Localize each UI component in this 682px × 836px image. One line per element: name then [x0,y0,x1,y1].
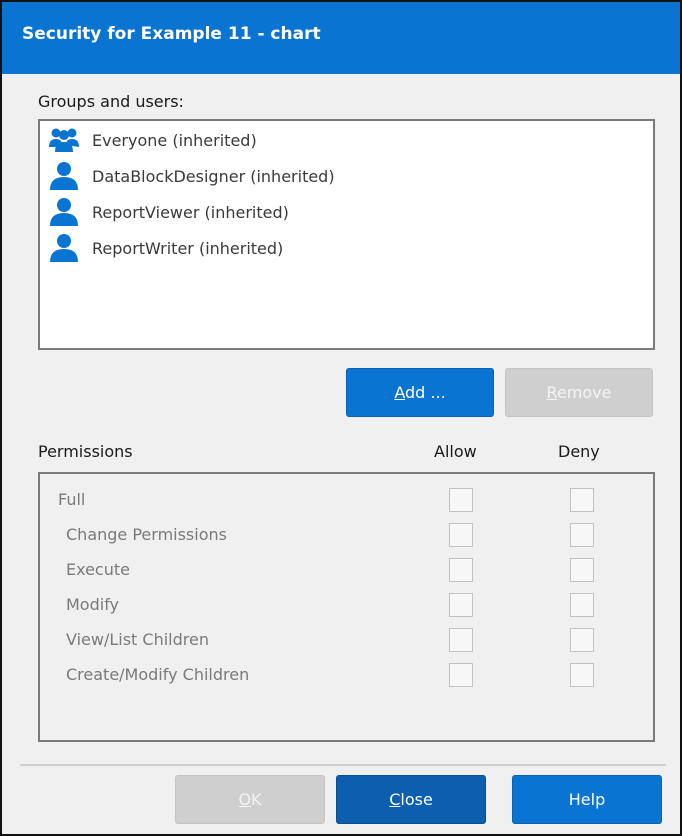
deny-checkbox-execute[interactable] [570,558,594,582]
permission-label: Full [58,490,86,509]
label-part: K [251,790,262,809]
list-item-reportviewer[interactable]: ReportViewer (inherited) [48,197,289,227]
user-icon [50,234,78,262]
permission-row-modify: Modify [40,591,653,621]
permission-row-full: Full [40,486,653,516]
list-item-everyone[interactable]: Everyone (inherited) [48,125,257,155]
user-icon [50,198,78,226]
deny-column-header: Deny [558,442,600,461]
allow-checkbox-view-list-children[interactable] [449,628,473,652]
remove-button-label: Remove [547,383,612,402]
list-item-label: DataBlockDesigner (inherited) [92,166,335,186]
permission-label: Create/Modify Children [66,665,250,684]
label-part: emove [556,383,612,402]
deny-checkbox-view-list-children[interactable] [570,628,594,652]
user-icon [50,162,78,190]
close-button-label: Close [389,790,433,809]
footer-divider [20,764,666,766]
help-button[interactable]: Help [512,775,662,824]
mnemonic-letter: A [394,383,405,402]
allow-checkbox-execute[interactable] [449,558,473,582]
groups-and-users-list[interactable]: Everyone (inherited) DataBlockDesigner (… [38,119,655,350]
add-button[interactable]: Add ... [346,368,494,417]
dialog-title: Security for Example 11 - chart [22,24,321,44]
list-item-label: Everyone (inherited) [92,130,257,150]
list-item-label: ReportWriter (inherited) [92,238,284,258]
mnemonic-letter: O [238,790,252,809]
add-button-label: Add ... [394,383,445,402]
label-part: lose [400,790,433,809]
permission-label: Modify [66,595,120,614]
deny-checkbox-modify[interactable] [570,593,594,617]
remove-button[interactable]: Remove [505,368,653,417]
permission-label: Change Permissions [66,525,227,544]
deny-checkbox-change-permissions[interactable] [570,523,594,547]
permissions-header: Permissions [38,442,133,461]
permission-row-create-modify-children: Create/Modify Children [40,661,653,691]
allow-checkbox-create-modify-children[interactable] [449,663,473,687]
label-part: dd ... [405,383,446,402]
security-dialog: Security for Example 11 - chart Groups a… [0,0,682,836]
list-item-label: ReportViewer (inherited) [92,202,289,222]
deny-checkbox-full[interactable] [570,488,594,512]
allow-checkbox-modify[interactable] [449,593,473,617]
deny-checkbox-create-modify-children[interactable] [570,663,594,687]
close-button[interactable]: Close [336,775,486,824]
ok-button[interactable]: OK [175,775,325,824]
permission-row-execute: Execute [40,556,653,586]
permission-label: View/List Children [66,630,209,649]
permission-row-change-permissions: Change Permissions [40,521,653,551]
list-item-reportwriter[interactable]: ReportWriter (inherited) [48,233,283,263]
ok-button-label: OK [238,790,261,809]
title-bar[interactable]: Security for Example 11 - chart [2,2,680,74]
mnemonic-letter: C [389,790,401,809]
help-button-label: Help [568,790,606,809]
permission-label: Execute [66,560,130,579]
permission-row-view-list-children: View/List Children [40,626,653,656]
allow-checkbox-full[interactable] [449,488,473,512]
permissions-list: Full Change Permissions Execute Modify V… [38,472,655,742]
allow-column-header: Allow [434,442,477,461]
group-icon [49,128,79,152]
list-item-datablockdesigner[interactable]: DataBlockDesigner (inherited) [48,161,335,191]
groups-and-users-label: Groups and users: [38,92,184,111]
mnemonic-letter: R [546,383,557,402]
allow-checkbox-change-permissions[interactable] [449,523,473,547]
